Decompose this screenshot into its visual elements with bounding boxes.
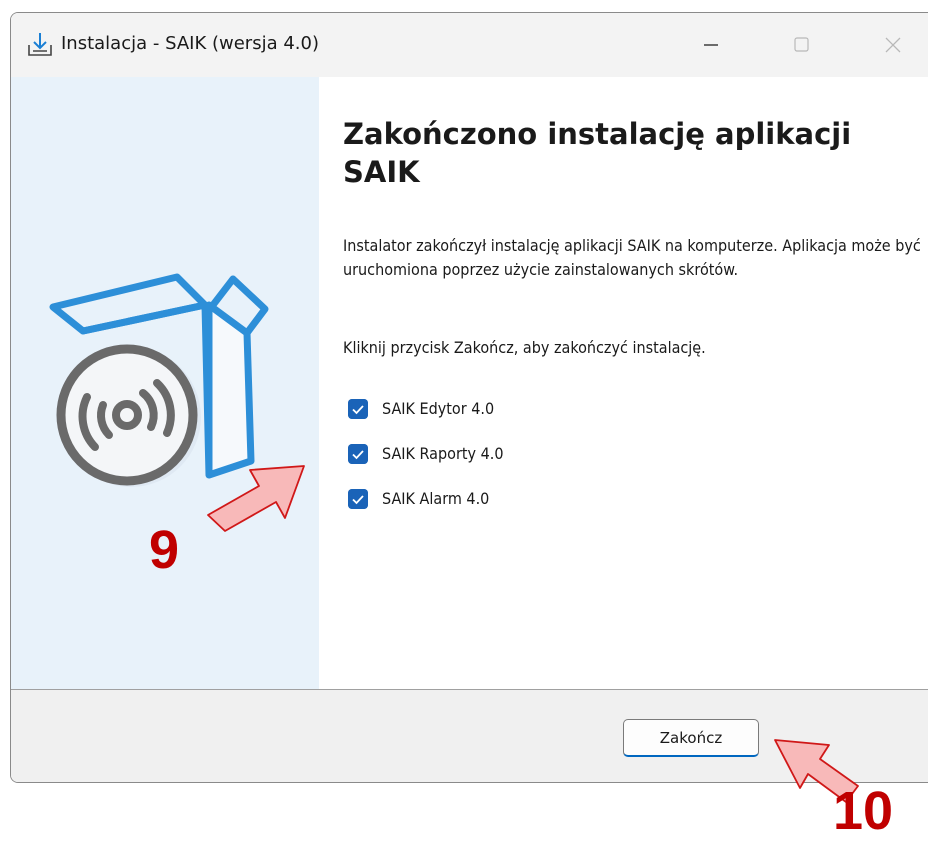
- step-number-9: 9: [149, 520, 180, 580]
- annotation-overlay: [207, 465, 859, 803]
- arrow-icon: [207, 465, 305, 532]
- step-number-10: 10: [833, 781, 894, 841]
